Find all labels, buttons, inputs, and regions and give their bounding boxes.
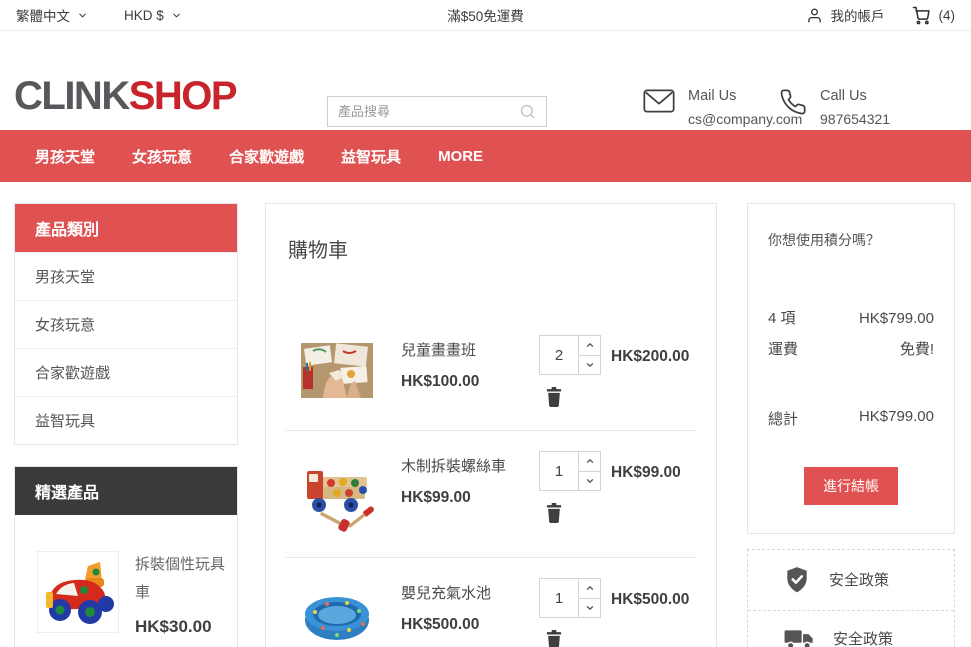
delivery-policy-row: 安全政策	[748, 610, 954, 647]
shop-logo[interactable]: CLINKSHOP	[14, 74, 236, 119]
security-policy-row: 安全政策	[748, 550, 954, 610]
call-us-number[interactable]: 987654321	[820, 111, 890, 127]
chevron-down-icon	[77, 10, 88, 21]
summary-items-row: 4 項 HK$799.00	[768, 304, 934, 335]
summary-shipping-row: 運費 免費!	[768, 335, 934, 366]
summary-items-value: HK$799.00	[859, 304, 934, 335]
summary-shipping-label: 運費	[768, 335, 798, 366]
nav-item-girls[interactable]: 女孩玩意	[132, 146, 192, 167]
sidebar-item-boys[interactable]: 男孩天堂	[15, 252, 237, 300]
sidebar-item-family[interactable]: 合家歡遊戲	[15, 348, 237, 396]
cart-item-image[interactable]	[286, 451, 401, 535]
cart-panel: 購物車	[265, 203, 717, 647]
featured-product-name[interactable]: 拆裝個性玩具車	[135, 551, 225, 607]
quantity-increase-button[interactable]	[579, 336, 600, 356]
remove-item-button[interactable]	[544, 502, 564, 524]
remove-item-button[interactable]	[544, 386, 564, 408]
left-sidebar: 產品類別 男孩天堂 女孩玩意 合家歡遊戲 益智玩具 精選產品	[14, 203, 238, 647]
currency-selector[interactable]: HKD $	[124, 5, 182, 25]
checkout-button[interactable]: 進行結帳	[804, 467, 898, 505]
phone-icon	[779, 88, 807, 116]
cart-item-total: HK$99.00	[611, 451, 696, 535]
featured-products-panel: 精選產品	[14, 466, 238, 647]
right-sidebar: 你想使用積分嗎？ 4 項 HK$799.00 運費 免費! 總計 HK$799.…	[747, 203, 955, 647]
user-icon	[806, 7, 823, 24]
summary-total-value: HK$799.00	[859, 408, 934, 429]
shield-check-icon	[784, 566, 810, 594]
quantity-increase-button[interactable]	[579, 452, 600, 472]
cart-item-row: 嬰兒充氣水池 HK$500.00 顏色: 藍色 1	[286, 558, 696, 647]
category-panel-title: 產品類別	[15, 204, 237, 252]
page: 繁體中文 HKD $ 滿$50免運費 我的帳戶	[0, 0, 971, 647]
summary-total-row: 總計 HK$799.00	[768, 408, 934, 429]
nav-item-educational[interactable]: 益智玩具	[341, 146, 401, 167]
call-us-label: Call Us	[820, 88, 890, 104]
logo-text-gray: CLINK	[14, 74, 129, 118]
cart-title: 購物車	[288, 234, 696, 263]
cart-item-total: HK$200.00	[611, 335, 696, 408]
nav-item-family[interactable]: 合家歡遊戲	[229, 146, 304, 167]
nav-item-more[interactable]: MORE	[438, 148, 483, 165]
cart-item-image[interactable]	[286, 335, 401, 408]
sidebar-item-educational[interactable]: 益智玩具	[15, 396, 237, 444]
quantity-decrease-button[interactable]	[579, 599, 600, 618]
quantity-decrease-button[interactable]	[579, 472, 600, 491]
shopping-cart-icon	[911, 5, 931, 25]
language-selector[interactable]: 繁體中文	[16, 5, 88, 25]
category-panel: 產品類別 男孩天堂 女孩玩意 合家歡遊戲 益智玩具	[14, 203, 238, 445]
cart-summary-panel: 你想使用積分嗎？ 4 項 HK$799.00 運費 免費! 總計 HK$799.…	[747, 203, 955, 534]
truck-icon	[784, 627, 814, 647]
main-nav: 男孩天堂 女孩玩意 合家歡遊戲 益智玩具 MORE	[0, 130, 971, 182]
search-input[interactable]	[338, 104, 519, 119]
search-icon[interactable]	[519, 103, 536, 120]
quantity-stepper: 2	[539, 335, 601, 375]
quantity-stepper: 1	[539, 578, 601, 618]
currency-label: HKD $	[124, 8, 164, 23]
site-header: CLINKSHOP Mail Us cs@company.com Call Us	[0, 32, 971, 129]
main-content: 購物車	[265, 203, 717, 647]
cart-item-image[interactable]	[286, 578, 401, 647]
featured-product-image[interactable]	[37, 551, 119, 633]
cart-count: (4)	[939, 8, 956, 23]
language-label: 繁體中文	[16, 5, 70, 25]
cart-link[interactable]: (4)	[911, 5, 956, 25]
remove-item-button[interactable]	[544, 629, 564, 647]
cart-item-unit-price: HK$99.00	[401, 489, 539, 507]
logo-text-red: SHOP	[129, 74, 236, 118]
top-bar: 繁體中文 HKD $ 滿$50免運費 我的帳戶	[0, 0, 971, 31]
cart-item-total: HK$500.00	[611, 578, 696, 647]
delivery-policy-label: 安全政策	[833, 628, 893, 647]
store-policies-box: 安全政策 安全政策	[747, 549, 955, 647]
summary-total-label: 總計	[768, 408, 798, 429]
cart-item-unit-price: HK$500.00	[401, 616, 539, 634]
cart-item-row: 木制拆裝螺絲車 HK$99.00 1	[286, 431, 696, 558]
cart-item-row: 兒童畫畫班 HK$100.00 2	[286, 315, 696, 431]
quantity-stepper: 1	[539, 451, 601, 491]
cart-item-name[interactable]: 兒童畫畫班	[401, 339, 539, 360]
security-policy-label: 安全政策	[829, 569, 889, 590]
summary-items-label: 4 項	[768, 304, 796, 335]
featured-product-price: HK$30.00	[135, 617, 225, 637]
nav-item-boys[interactable]: 男孩天堂	[35, 146, 95, 167]
cart-item-name[interactable]: 嬰兒充氣水池	[401, 582, 539, 603]
quantity-increase-button[interactable]	[579, 579, 600, 599]
use-points-link[interactable]: 你想使用積分嗎？	[768, 230, 934, 250]
call-us-block: Call Us 987654321	[779, 88, 890, 127]
cart-item-unit-price: HK$100.00	[401, 373, 539, 391]
product-search-box	[327, 96, 547, 127]
sidebar-item-girls[interactable]: 女孩玩意	[15, 300, 237, 348]
chevron-down-icon	[171, 10, 182, 21]
quantity-value[interactable]: 2	[540, 336, 578, 374]
quantity-decrease-button[interactable]	[579, 356, 600, 375]
featured-product: 拆裝個性玩具車 HK$30.00 HK$80.00	[15, 515, 237, 647]
envelope-icon	[643, 88, 675, 114]
featured-panel-title: 精選產品	[15, 467, 237, 515]
quantity-value[interactable]: 1	[540, 579, 578, 617]
my-account-label: 我的帳戶	[831, 5, 885, 25]
summary-shipping-value: 免費!	[900, 335, 934, 366]
quantity-value[interactable]: 1	[540, 452, 578, 490]
my-account-link[interactable]: 我的帳戶	[806, 5, 885, 25]
cart-item-name[interactable]: 木制拆裝螺絲車	[401, 455, 539, 476]
